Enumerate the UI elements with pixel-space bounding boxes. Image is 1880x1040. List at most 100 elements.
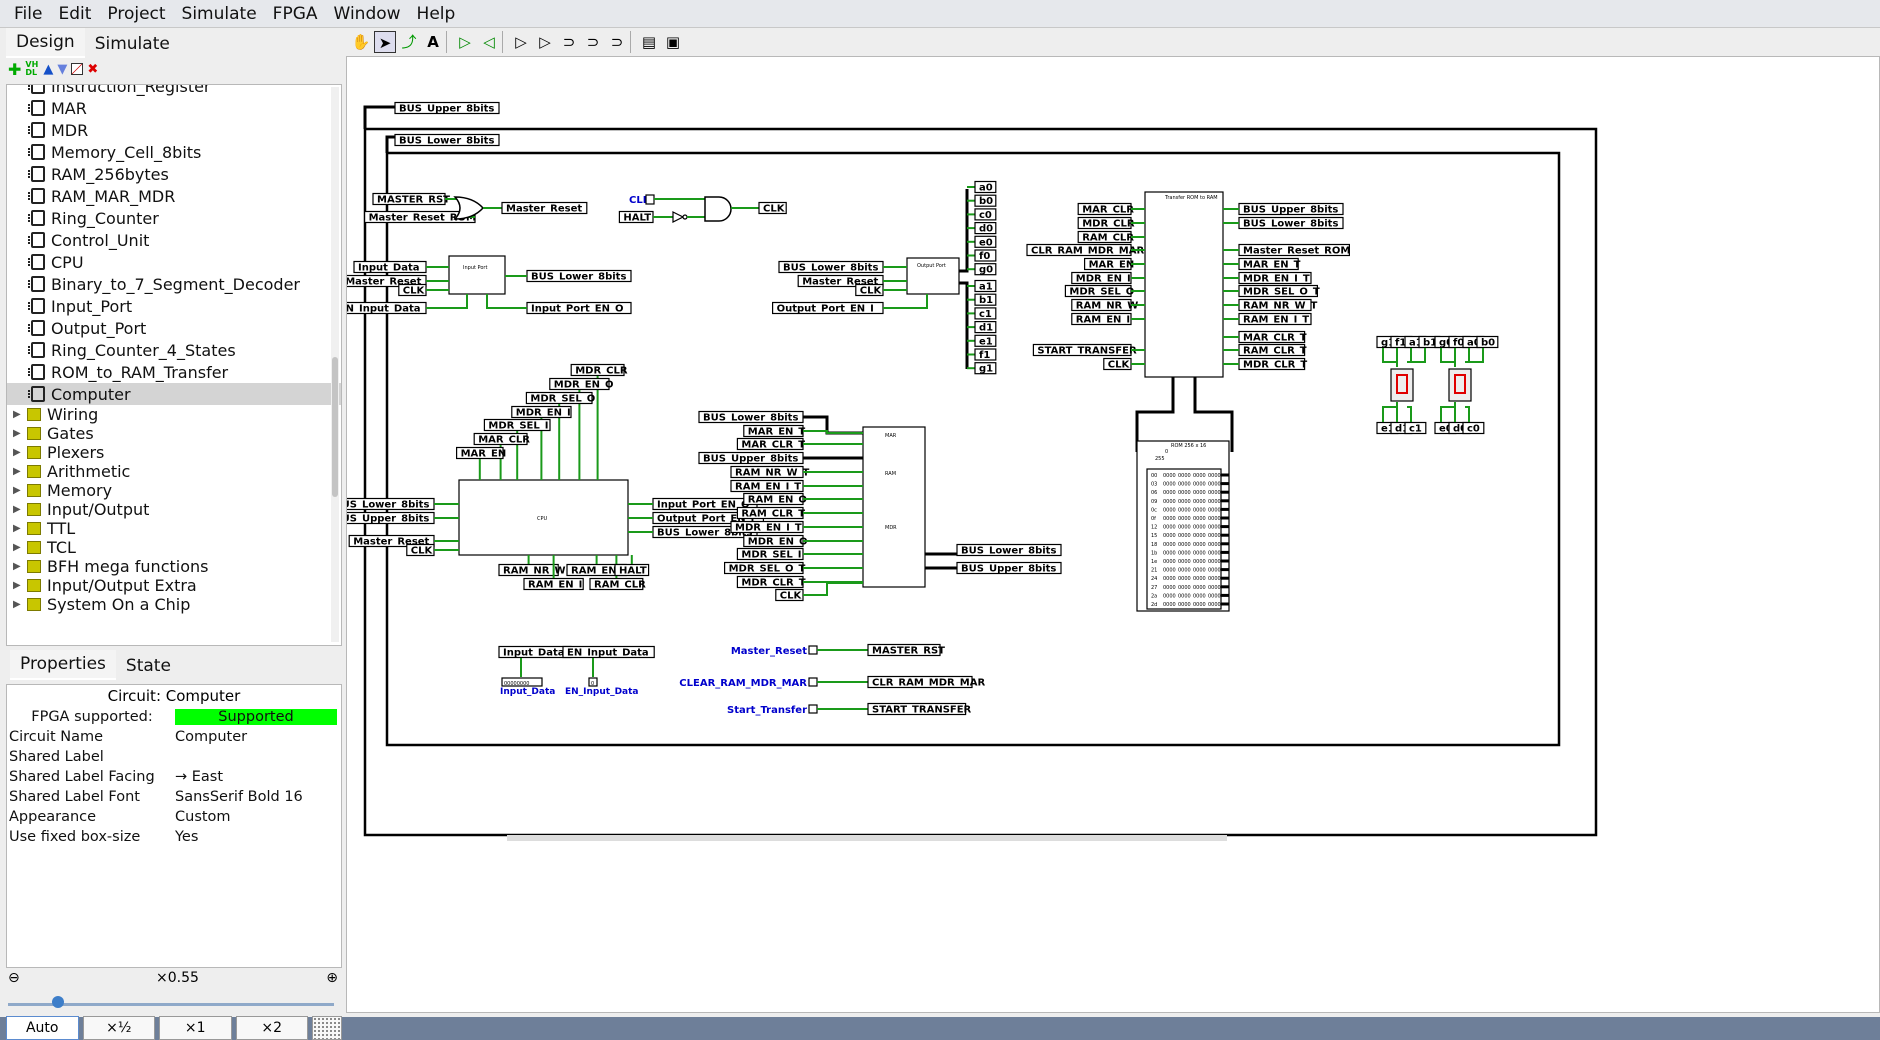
property-row[interactable]: Appearance Custom [7,807,341,827]
tree-item-circuit[interactable]: ROM_to_RAM_Transfer [7,361,341,383]
tree-item-circuit[interactable]: Binary_to_7_Segment_Decoder [7,273,341,295]
tree-item-circuit[interactable]: Memory_Cell_8bits [7,141,341,163]
tree-item-circuit[interactable]: MAR [7,97,341,119]
tree-item-circuit[interactable]: Control_Unit [7,229,341,251]
property-value[interactable]: Yes [175,829,341,845]
zoom-in-icon[interactable]: ⊕ [326,970,338,986]
tree-item-library[interactable]: ▶ TCL [7,538,341,557]
property-row[interactable]: Shared Label Facing → East [7,767,341,787]
expand-arrow-icon[interactable]: ▶ [13,447,23,458]
tree-item-library[interactable]: ▶ System On a Chip [7,595,341,614]
tunnel-label: MDR_EN_I [1076,274,1131,285]
property-row[interactable]: Circuit Name Computer [7,727,341,747]
tree-item-circuit[interactable]: RAM_MAR_MDR [7,185,341,207]
xor-gate-icon[interactable]: ⊃ [606,31,628,53]
tab-state[interactable]: State [116,652,181,680]
tab-simulate[interactable]: Simulate [85,30,180,58]
text-tool-icon[interactable]: A [422,31,444,53]
tree-item-circuit[interactable]: Ring_Counter [7,207,341,229]
tunnel-transfer-out: MAR_CLR_T [1238,330,1307,344]
tree-item-library[interactable]: ▶ TTL [7,519,341,538]
property-value[interactable]: Computer [175,729,341,745]
tunnel-transfer-out: MAR_EN_T [1238,257,1301,271]
zoom-2x-button[interactable]: ×2 [235,1016,308,1040]
tree-item-circuit[interactable]: Computer [7,383,341,405]
tree-item-library[interactable]: ▶ Wiring [7,405,341,424]
zoom-auto-button[interactable]: Auto [6,1016,79,1040]
add-circuit-icon[interactable]: ✚ [8,60,21,79]
tree-item-label: System On a Chip [47,595,191,614]
tree-item-circuit[interactable]: Ring_Counter_4_States [7,339,341,361]
wire-tool-icon[interactable]: ⤴ [398,31,420,53]
zoom-out-icon[interactable]: ⊖ [8,970,20,986]
menu-edit[interactable]: Edit [50,4,99,24]
tree-item-library[interactable]: ▶ Memory [7,481,341,500]
delete-icon[interactable]: ✖ [87,62,98,77]
property-row[interactable]: Shared Label Font SansSerif Bold 16 [7,787,341,807]
tab-design[interactable]: Design [6,28,85,58]
tree-item-circuit[interactable]: Input_Port [7,295,341,317]
output-pin-icon[interactable]: ◁ [478,31,500,53]
not-gate-icon[interactable]: ▷ [510,31,532,53]
or-gate-icon[interactable]: ⊃ [582,31,604,53]
tree-item-library[interactable]: ▶ BFH mega functions [7,557,341,576]
select-tool-icon[interactable]: ➤ [374,31,396,53]
input-pin-icon[interactable]: ▷ [454,31,476,53]
property-value[interactable]: → East [175,769,341,785]
expand-arrow-icon[interactable]: ▶ [13,466,23,477]
expand-arrow-icon[interactable]: ▶ [13,409,23,420]
expand-arrow-icon[interactable]: ▶ [13,504,23,515]
tree-item-circuit[interactable]: CPU [7,251,341,273]
expand-arrow-icon[interactable]: ▶ [13,428,23,439]
grid-toggle-icon[interactable] [312,1016,342,1040]
menu-file[interactable]: File [6,4,50,24]
add-subcircuit-icon[interactable]: ▤ [638,31,660,53]
schematic-canvas[interactable]: .bw{stroke:#000;stroke-width:3;fill:none… [346,56,1880,1013]
and-gate-icon[interactable]: ⊃ [558,31,580,53]
tree-item-library[interactable]: ▶ Input/Output [7,500,341,519]
expand-arrow-icon[interactable]: ▶ [13,542,23,553]
rom-len: 255 [1155,456,1165,462]
tree-scrollbar[interactable] [331,87,339,642]
tree-item-library[interactable]: ▶ Gates [7,424,341,443]
tab-properties[interactable]: Properties [10,650,116,680]
property-value[interactable]: Custom [175,809,341,825]
tree-item-circuit[interactable]: RAM_256bytes [7,163,341,185]
property-row[interactable]: FPGA supported: Supported [7,707,341,727]
tree-item-circuit[interactable]: Instruction_Register [7,85,341,97]
menu-simulate[interactable]: Simulate [174,4,265,24]
menu-project[interactable]: Project [99,4,173,24]
tunnel-label: MAR_CLR [1082,205,1134,216]
tree-item-library[interactable]: ▶ Input/Output Extra [7,576,341,595]
property-value[interactable]: SansSerif Bold 16 [175,789,341,805]
zoom-slider-knob[interactable] [52,996,64,1008]
expand-arrow-icon[interactable]: ▶ [13,561,23,572]
appearance-icon[interactable]: ▣ [662,31,684,53]
tree-item-circuit[interactable]: MDR [7,119,341,141]
property-row[interactable]: Use fixed box-size Yes [7,827,341,847]
explorer-panel: Design Simulate ✚ VH DL ▲ ▼ ✖ Instructio… [0,28,346,1040]
buffer-gate-icon[interactable]: ▷ [534,31,556,53]
rom-word: 0000 [1193,568,1206,574]
edit-appearance-icon[interactable] [71,63,84,75]
property-row[interactable]: Shared Label [7,747,341,767]
tunnel-label: BUS_Upper_8bits [347,514,429,525]
zoom-half-button[interactable]: ×½ [82,1016,155,1040]
menu-fpga[interactable]: FPGA [265,4,326,24]
expand-arrow-icon[interactable]: ▶ [13,485,23,496]
expand-arrow-icon[interactable]: ▶ [13,599,23,610]
hand-tool-icon[interactable]: ✋ [350,31,372,53]
tree-item-circuit[interactable]: Output_Port [7,317,341,339]
zoom-1x-button[interactable]: ×1 [159,1016,232,1040]
tree-item-library[interactable]: ▶ Arithmetic [7,462,341,481]
tree-item-library[interactable]: ▶ Plexers [7,443,341,462]
expand-arrow-icon[interactable]: ▶ [13,523,23,534]
expand-arrow-icon[interactable]: ▶ [13,580,23,591]
rom-row-addr: 15 [1151,533,1157,539]
move-up-icon[interactable]: ▲ [43,62,53,77]
add-vhdl-icon[interactable]: VH DL [25,61,39,77]
move-down-icon[interactable]: ▼ [57,62,67,77]
menu-help[interactable]: Help [409,4,464,24]
menu-window[interactable]: Window [326,4,409,24]
property-value[interactable]: Supported [175,709,337,725]
